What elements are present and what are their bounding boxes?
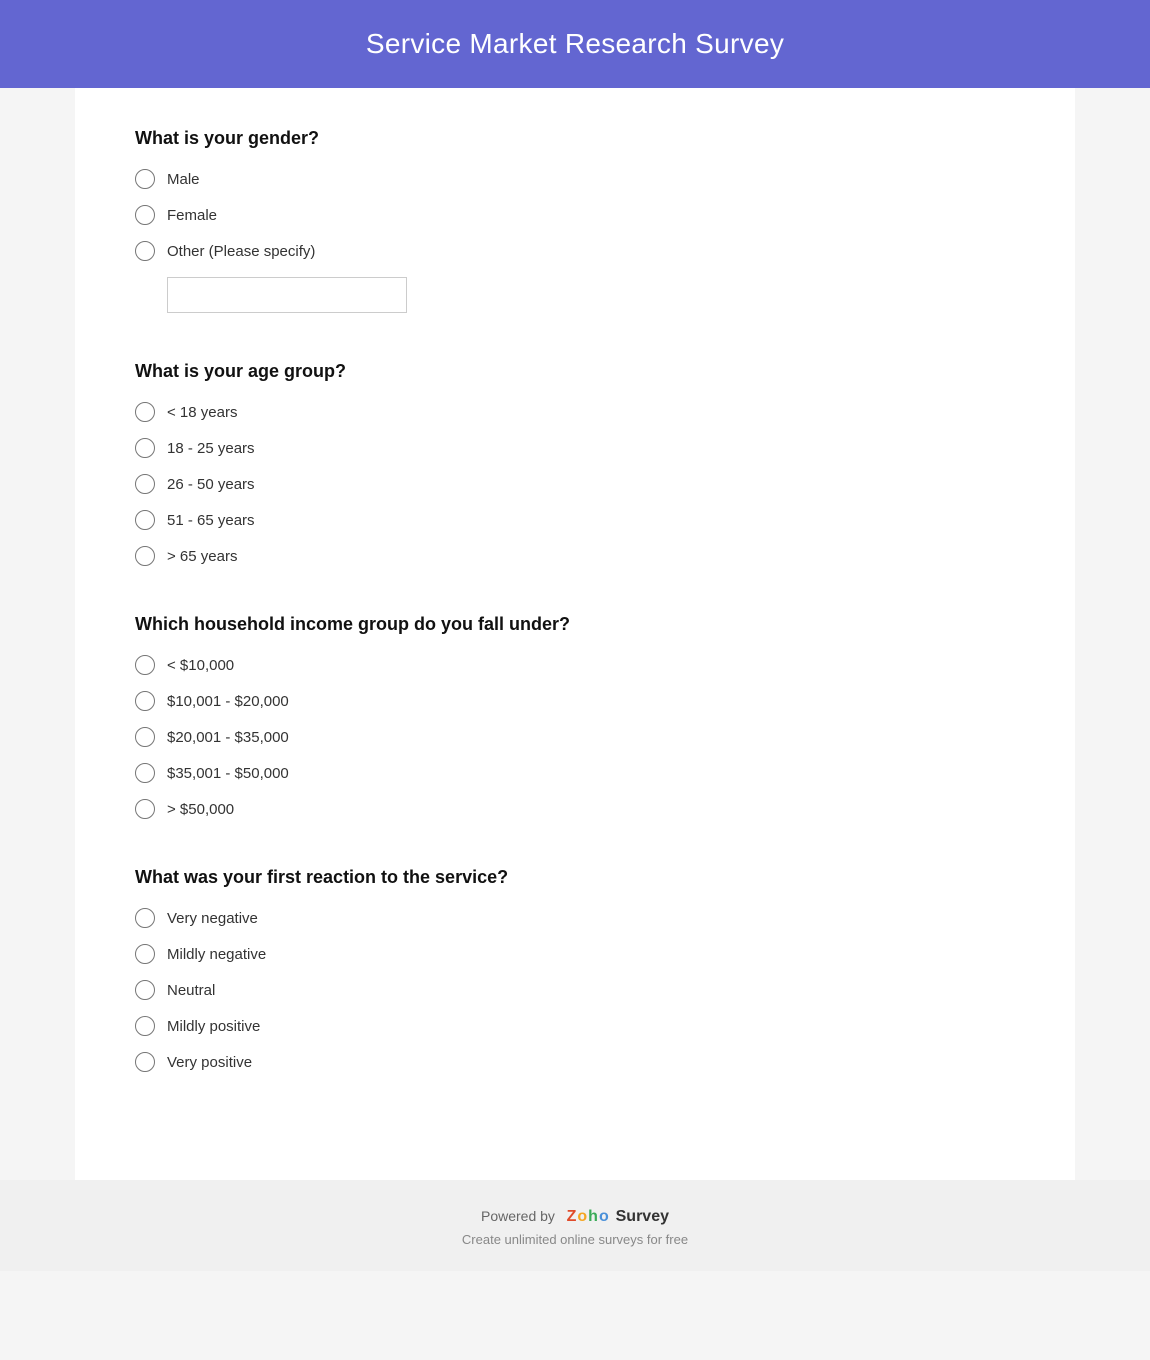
reaction-very-negative-radio[interactable] bbox=[135, 908, 155, 928]
income-10to20k-radio[interactable] bbox=[135, 691, 155, 711]
question-income: Which household income group do you fall… bbox=[135, 614, 1015, 819]
income-under10k-label[interactable]: < $10,000 bbox=[167, 657, 234, 674]
income-35to50k-label[interactable]: $35,001 - $50,000 bbox=[167, 765, 289, 782]
income-over50k-label[interactable]: > $50,000 bbox=[167, 801, 234, 818]
question-reaction-label: What was your first reaction to the serv… bbox=[135, 867, 1015, 888]
reaction-very-negative-label[interactable]: Very negative bbox=[167, 910, 258, 927]
reaction-very-positive-label[interactable]: Very positive bbox=[167, 1054, 252, 1071]
gender-male-label[interactable]: Male bbox=[167, 171, 200, 188]
reaction-very-negative-option: Very negative bbox=[135, 908, 1015, 928]
income-10to20k-label[interactable]: $10,001 - $20,000 bbox=[167, 693, 289, 710]
income-20to35k-label[interactable]: $20,001 - $35,000 bbox=[167, 729, 289, 746]
income-under10k-radio[interactable] bbox=[135, 655, 155, 675]
zoho-o2: o bbox=[599, 1208, 609, 1226]
gender-other-radio[interactable] bbox=[135, 241, 155, 261]
question-gender: What is your gender? Male Female Other (… bbox=[135, 128, 1015, 313]
age-18to25-label[interactable]: 18 - 25 years bbox=[167, 440, 255, 457]
age-over65-radio[interactable] bbox=[135, 546, 155, 566]
reaction-mildly-positive-option: Mildly positive bbox=[135, 1016, 1015, 1036]
age-under18-option: < 18 years bbox=[135, 402, 1015, 422]
income-over50k-radio[interactable] bbox=[135, 799, 155, 819]
gender-female-option: Female bbox=[135, 205, 1015, 225]
age-18to25-radio[interactable] bbox=[135, 438, 155, 458]
gender-male-radio[interactable] bbox=[135, 169, 155, 189]
gender-specify-input[interactable] bbox=[167, 277, 407, 313]
reaction-neutral-radio[interactable] bbox=[135, 980, 155, 1000]
zoho-z: Z bbox=[567, 1208, 577, 1226]
question-reaction: What was your first reaction to the serv… bbox=[135, 867, 1015, 1072]
age-under18-label[interactable]: < 18 years bbox=[167, 404, 237, 421]
question-gender-label: What is your gender? bbox=[135, 128, 1015, 149]
reaction-mildly-positive-radio[interactable] bbox=[135, 1016, 155, 1036]
page-header: Service Market Research Survey bbox=[0, 0, 1150, 88]
income-under10k-option: < $10,000 bbox=[135, 655, 1015, 675]
question-income-label: Which household income group do you fall… bbox=[135, 614, 1015, 635]
zoho-logo: Zoho bbox=[567, 1208, 609, 1226]
footer-powered-by: Powered by Zoho Survey bbox=[0, 1208, 1150, 1226]
reaction-mildly-negative-option: Mildly negative bbox=[135, 944, 1015, 964]
reaction-very-positive-option: Very positive bbox=[135, 1052, 1015, 1072]
zoho-h: h bbox=[588, 1208, 598, 1226]
gender-female-label[interactable]: Female bbox=[167, 207, 217, 224]
age-26to50-label[interactable]: 26 - 50 years bbox=[167, 476, 255, 493]
income-20to35k-option: $20,001 - $35,000 bbox=[135, 727, 1015, 747]
reaction-neutral-label[interactable]: Neutral bbox=[167, 982, 215, 999]
page-title: Service Market Research Survey bbox=[366, 28, 784, 59]
reaction-neutral-option: Neutral bbox=[135, 980, 1015, 1000]
income-35to50k-option: $35,001 - $50,000 bbox=[135, 763, 1015, 783]
survey-word: Survey bbox=[616, 1208, 669, 1225]
age-51to65-radio[interactable] bbox=[135, 510, 155, 530]
income-10to20k-option: $10,001 - $20,000 bbox=[135, 691, 1015, 711]
age-18to25-option: 18 - 25 years bbox=[135, 438, 1015, 458]
reaction-mildly-positive-label[interactable]: Mildly positive bbox=[167, 1018, 260, 1035]
reaction-mildly-negative-radio[interactable] bbox=[135, 944, 155, 964]
reaction-very-positive-radio[interactable] bbox=[135, 1052, 155, 1072]
age-under18-radio[interactable] bbox=[135, 402, 155, 422]
reaction-mildly-negative-label[interactable]: Mildly negative bbox=[167, 946, 266, 963]
gender-female-radio[interactable] bbox=[135, 205, 155, 225]
gender-other-option: Other (Please specify) bbox=[135, 241, 1015, 261]
footer-sub-text: Create unlimited online surveys for free bbox=[0, 1232, 1150, 1247]
gender-male-option: Male bbox=[135, 169, 1015, 189]
gender-other-label[interactable]: Other (Please specify) bbox=[167, 243, 315, 260]
age-26to50-option: 26 - 50 years bbox=[135, 474, 1015, 494]
age-51to65-option: 51 - 65 years bbox=[135, 510, 1015, 530]
age-51to65-label[interactable]: 51 - 65 years bbox=[167, 512, 255, 529]
age-26to50-radio[interactable] bbox=[135, 474, 155, 494]
income-over50k-option: > $50,000 bbox=[135, 799, 1015, 819]
zoho-o1: o bbox=[577, 1208, 587, 1226]
page-footer: Powered by Zoho Survey Create unlimited … bbox=[0, 1180, 1150, 1271]
income-20to35k-radio[interactable] bbox=[135, 727, 155, 747]
question-age-label: What is your age group? bbox=[135, 361, 1015, 382]
survey-container: What is your gender? Male Female Other (… bbox=[75, 88, 1075, 1180]
age-over65-option: > 65 years bbox=[135, 546, 1015, 566]
income-35to50k-radio[interactable] bbox=[135, 763, 155, 783]
age-over65-label[interactable]: > 65 years bbox=[167, 548, 237, 565]
question-age: What is your age group? < 18 years 18 - … bbox=[135, 361, 1015, 566]
